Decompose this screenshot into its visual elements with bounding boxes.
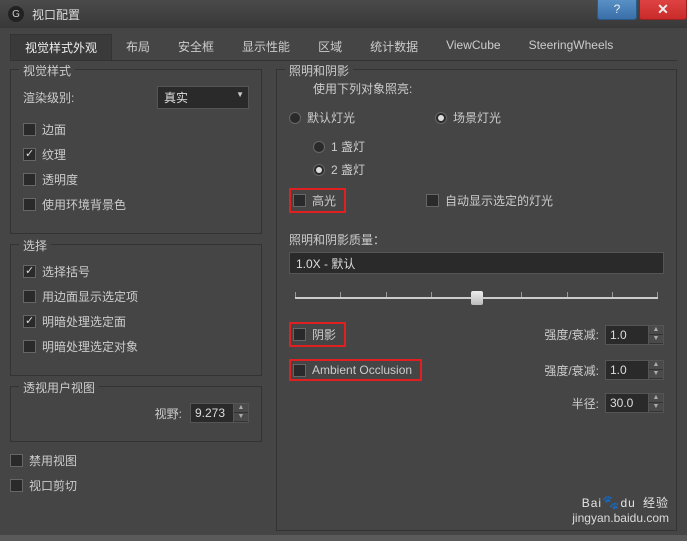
tab-regions[interactable]: 区域: [304, 34, 356, 60]
texture-checkbox[interactable]: 纹理: [23, 146, 249, 163]
use-obj-light-label: 使用下列对象照亮:: [313, 80, 664, 97]
help-button[interactable]: ?: [597, 0, 637, 20]
spin-up-icon: ▲: [234, 404, 248, 413]
tab-display-perf[interactable]: 显示性能: [228, 34, 304, 60]
viewport-clip-checkbox[interactable]: 视口剪切: [10, 477, 262, 494]
quality-field[interactable]: [289, 252, 664, 274]
two-lamps-radio[interactable]: 2 盏灯: [313, 161, 664, 178]
shadow-intensity-spinner[interactable]: 1.0▲▼: [605, 325, 664, 345]
spin-down-icon: ▼: [234, 413, 248, 422]
tab-visual-style[interactable]: 视觉样式外观: [10, 34, 112, 60]
tab-bar: 视觉样式外观 布局 安全框 显示性能 区域 统计数据 ViewCube Stee…: [10, 34, 677, 61]
ao-intensity-label: 强度/衰减:: [544, 362, 599, 379]
fov-spinner[interactable]: 9.273 ▲▼: [190, 403, 249, 423]
disable-viewport-checkbox[interactable]: 禁用视图: [10, 452, 262, 469]
default-light-radio[interactable]: 默认灯光: [289, 109, 355, 126]
titlebar: G 视口配置 ? ✕: [0, 0, 687, 28]
one-lamp-radio[interactable]: 1 盏灯: [313, 138, 664, 155]
shade-selected-checkbox[interactable]: 明暗处理选定面: [23, 313, 249, 330]
radius-label: 半径:: [572, 395, 599, 412]
intensity-label: 强度/衰减:: [544, 326, 599, 343]
highlight-checkbox[interactable]: 高光: [289, 188, 346, 213]
dialog-body: 视觉样式外观 布局 安全框 显示性能 区域 统计数据 ViewCube Stee…: [0, 28, 687, 535]
edges-checkbox[interactable]: 边面: [23, 121, 249, 138]
shadow-checkbox[interactable]: 阴影: [289, 322, 346, 347]
group-selection: 选择 选择括号 用边面显示选定项 明暗处理选定面 明暗处理选定对象: [10, 244, 262, 376]
render-level-label: 渲染级别:: [23, 89, 74, 106]
tab-safe-frames[interactable]: 安全框: [164, 34, 228, 60]
env-bg-checkbox[interactable]: 使用环境背景色: [23, 196, 249, 213]
ao-checkbox[interactable]: Ambient Occlusion: [289, 359, 422, 381]
fov-label: 视野:: [155, 405, 182, 422]
shade-selected-obj-checkbox[interactable]: 明暗处理选定对象: [23, 338, 249, 355]
group-visual-style: 视觉样式 渲染级别: 真实 边面 纹理 透明度 使用环境背景色: [10, 69, 262, 234]
app-icon: G: [8, 6, 24, 22]
group-title: 选择: [19, 237, 51, 254]
quality-label: 照明和阴影质量：: [289, 231, 664, 248]
tab-layout[interactable]: 布局: [112, 34, 164, 60]
group-title: 透视用户视图: [19, 379, 99, 396]
close-button[interactable]: ✕: [639, 0, 687, 20]
transparency-checkbox[interactable]: 透明度: [23, 171, 249, 188]
group-lighting: 照明和阴影 使用下列对象照亮: 默认灯光 场景灯光 1 盏灯 2 盏灯 高光 自…: [276, 69, 677, 531]
group-title: 视觉样式: [19, 62, 75, 79]
select-brackets-checkbox[interactable]: 选择括号: [23, 263, 249, 280]
tab-viewcube[interactable]: ViewCube: [432, 34, 514, 60]
quality-slider[interactable]: [295, 288, 658, 308]
window-title: 视口配置: [32, 6, 597, 23]
edge-select-checkbox[interactable]: 用边面显示选定项: [23, 288, 249, 305]
ao-intensity-spinner[interactable]: 1.0▲▼: [605, 360, 664, 380]
slider-thumb[interactable]: [471, 291, 483, 305]
scene-light-radio[interactable]: 场景灯光: [435, 109, 501, 126]
tab-statistics[interactable]: 统计数据: [356, 34, 432, 60]
watermark: Bai🐾du 经验 jingyan.baidu.com: [572, 487, 669, 525]
radius-spinner[interactable]: 30.0▲▼: [605, 393, 664, 413]
tab-steeringwheels[interactable]: SteeringWheels: [515, 34, 628, 60]
render-level-dropdown[interactable]: 真实: [157, 86, 249, 109]
group-perspective: 透视用户视图 视野: 9.273 ▲▼: [10, 386, 262, 442]
group-title: 照明和阴影: [285, 62, 353, 79]
autoshow-checkbox[interactable]: 自动显示选定的灯光: [426, 192, 553, 209]
